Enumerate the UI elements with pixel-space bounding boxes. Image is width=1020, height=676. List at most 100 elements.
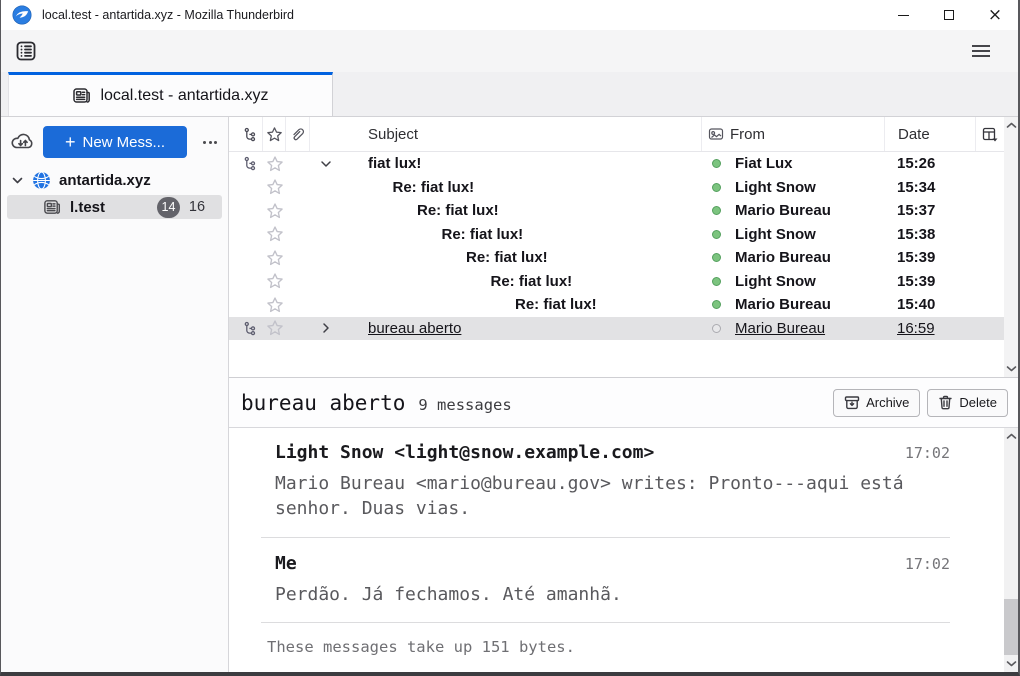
date-text: 16:59 xyxy=(884,320,975,337)
star-icon xyxy=(266,126,283,143)
subject-column-button[interactable]: Subject xyxy=(310,117,702,151)
newspaper-icon xyxy=(72,86,91,105)
from-text: Mario Bureau xyxy=(735,320,825,337)
minimize-button[interactable] xyxy=(880,0,926,30)
subject-text: Re: fiat lux! xyxy=(491,273,573,290)
message-row[interactable]: fiat lux!Fiat Lux15:26 xyxy=(229,152,1018,176)
date-column-button[interactable]: Date xyxy=(884,117,975,151)
star-toggle[interactable] xyxy=(263,225,286,243)
message-row[interactable]: Re: fiat lux!Mario Bureau15:40 xyxy=(229,293,1018,317)
close-button[interactable]: × xyxy=(972,0,1018,30)
folder-pane-options-button[interactable] xyxy=(197,129,223,155)
total-count: 16 xyxy=(180,199,214,215)
message-sender: Me xyxy=(275,553,297,574)
thread-pane: Subject From Date xyxy=(229,117,1018,378)
account-name: antartida.xyz xyxy=(59,172,151,189)
message-row[interactable]: Re: fiat lux!Light Snow15:34 xyxy=(229,176,1018,200)
from-text: Mario Bureau xyxy=(735,249,831,266)
tab-local-test[interactable]: local.test - antartida.xyz xyxy=(8,72,333,116)
message-row[interactable]: Re: fiat lux!Mario Bureau15:37 xyxy=(229,199,1018,223)
unread-dot-icon[interactable] xyxy=(712,300,721,309)
message-row[interactable]: bureau aberto Mario Bureau 16:59 xyxy=(229,317,1018,341)
scrollbar-thumb[interactable] xyxy=(1004,599,1018,655)
date-text: 15:39 xyxy=(884,249,975,266)
message-row[interactable]: Re: fiat lux! Mario Bureau 15:39 xyxy=(229,246,1018,270)
unified-toolbar xyxy=(1,30,1018,72)
message-sender: Light Snow <light@snow.example.com> xyxy=(275,442,654,463)
archive-button[interactable]: Archive xyxy=(833,389,920,417)
title-bar: local.test - antartida.xyz - Mozilla Thu… xyxy=(1,0,1018,30)
tab-bar: local.test - antartida.xyz xyxy=(1,72,1018,117)
maximize-button[interactable] xyxy=(926,0,972,30)
account-row[interactable]: antartida.xyz xyxy=(1,167,228,193)
star-toggle[interactable] xyxy=(263,319,286,337)
reader-message: Light Snow <light@snow.example.com> 17:02… xyxy=(275,442,950,522)
thread-list: fiat lux!Fiat Lux15:26Re: fiat lux!Light… xyxy=(229,152,1018,377)
from-text: Fiat Lux xyxy=(735,155,793,172)
newsgroup-folder-icon xyxy=(43,198,61,216)
unread-dot-icon[interactable] xyxy=(712,277,721,286)
close-icon: × xyxy=(988,7,1002,24)
more-options-icon xyxy=(203,141,206,144)
unread-badge: 14 xyxy=(157,197,180,218)
message-row[interactable]: Re: fiat lux!Light Snow15:39 xyxy=(229,270,1018,294)
reader-footer: These messages take up 151 bytes. xyxy=(267,638,950,656)
message-divider xyxy=(261,537,950,538)
globe-icon xyxy=(32,171,51,190)
message-time: 17:02 xyxy=(905,444,950,462)
sync-cloud-button[interactable] xyxy=(7,126,39,158)
twisty-collapsed-icon xyxy=(319,321,333,335)
message-header-bar: bureau aberto 9 messages Archive xyxy=(229,378,1018,428)
thunderbird-window: local.test - antartida.xyz - Mozilla Thu… xyxy=(0,0,1020,676)
star-icon xyxy=(266,272,284,290)
star-icon xyxy=(266,319,284,337)
minimize-icon xyxy=(898,15,909,16)
spaces-toggle-button[interactable] xyxy=(11,36,41,66)
plus-icon: + xyxy=(65,133,76,151)
scroll-up-icon[interactable] xyxy=(1006,433,1017,440)
folder-row-ltest[interactable]: l.test 14 16 xyxy=(7,195,222,219)
scroll-up-icon[interactable] xyxy=(1006,122,1017,129)
subject-text: Re: fiat lux! xyxy=(466,249,548,266)
app-menu-button[interactable] xyxy=(966,36,996,66)
unread-dot-icon[interactable] xyxy=(712,253,721,262)
thread-cell xyxy=(237,321,263,336)
subject-text: Re: fiat lux! xyxy=(442,226,524,243)
thread-list-scrollbar[interactable] xyxy=(1004,117,1018,377)
scroll-down-icon[interactable] xyxy=(1006,365,1017,372)
date-text: 15:40 xyxy=(884,296,975,313)
star-toggle[interactable] xyxy=(263,249,286,267)
thread-twisty[interactable] xyxy=(319,321,333,335)
star-icon xyxy=(266,296,284,314)
subject-text: bureau aberto xyxy=(368,320,461,337)
from-text: Mario Bureau xyxy=(735,296,831,313)
unread-dot-icon[interactable] xyxy=(712,206,721,215)
unread-dot-icon[interactable] xyxy=(712,159,721,168)
from-text: Light Snow xyxy=(735,179,816,196)
star-icon xyxy=(266,178,284,196)
thread-twisty[interactable] xyxy=(319,157,333,171)
message-reader-pane: Light Snow <light@snow.example.com> 17:02… xyxy=(229,428,1018,672)
scroll-down-icon[interactable] xyxy=(1006,660,1017,667)
from-text: Mario Bureau xyxy=(735,202,831,219)
message-row[interactable]: Re: fiat lux!Light Snow15:38 xyxy=(229,223,1018,247)
read-dot-icon[interactable] xyxy=(712,324,721,333)
chevron-down-icon[interactable] xyxy=(11,174,24,187)
star-toggle[interactable] xyxy=(263,155,286,173)
attachment-column-button[interactable] xyxy=(286,117,310,151)
reader-scrollbar[interactable] xyxy=(1004,428,1018,672)
new-message-button[interactable]: + New Mess... xyxy=(43,126,187,158)
delete-button[interactable]: Delete xyxy=(927,389,1008,417)
star-toggle[interactable] xyxy=(263,272,286,290)
star-toggle[interactable] xyxy=(263,202,286,220)
thread-column-button[interactable] xyxy=(237,117,263,151)
star-toggle[interactable] xyxy=(263,296,286,314)
from-column-button[interactable]: From xyxy=(702,117,884,151)
column-picker-button[interactable] xyxy=(975,117,1004,151)
unread-dot-icon[interactable] xyxy=(712,183,721,192)
star-column-button[interactable] xyxy=(263,117,286,151)
trash-icon xyxy=(938,395,953,410)
date-text: 15:38 xyxy=(884,226,975,243)
unread-dot-icon[interactable] xyxy=(712,230,721,239)
star-toggle[interactable] xyxy=(263,178,286,196)
